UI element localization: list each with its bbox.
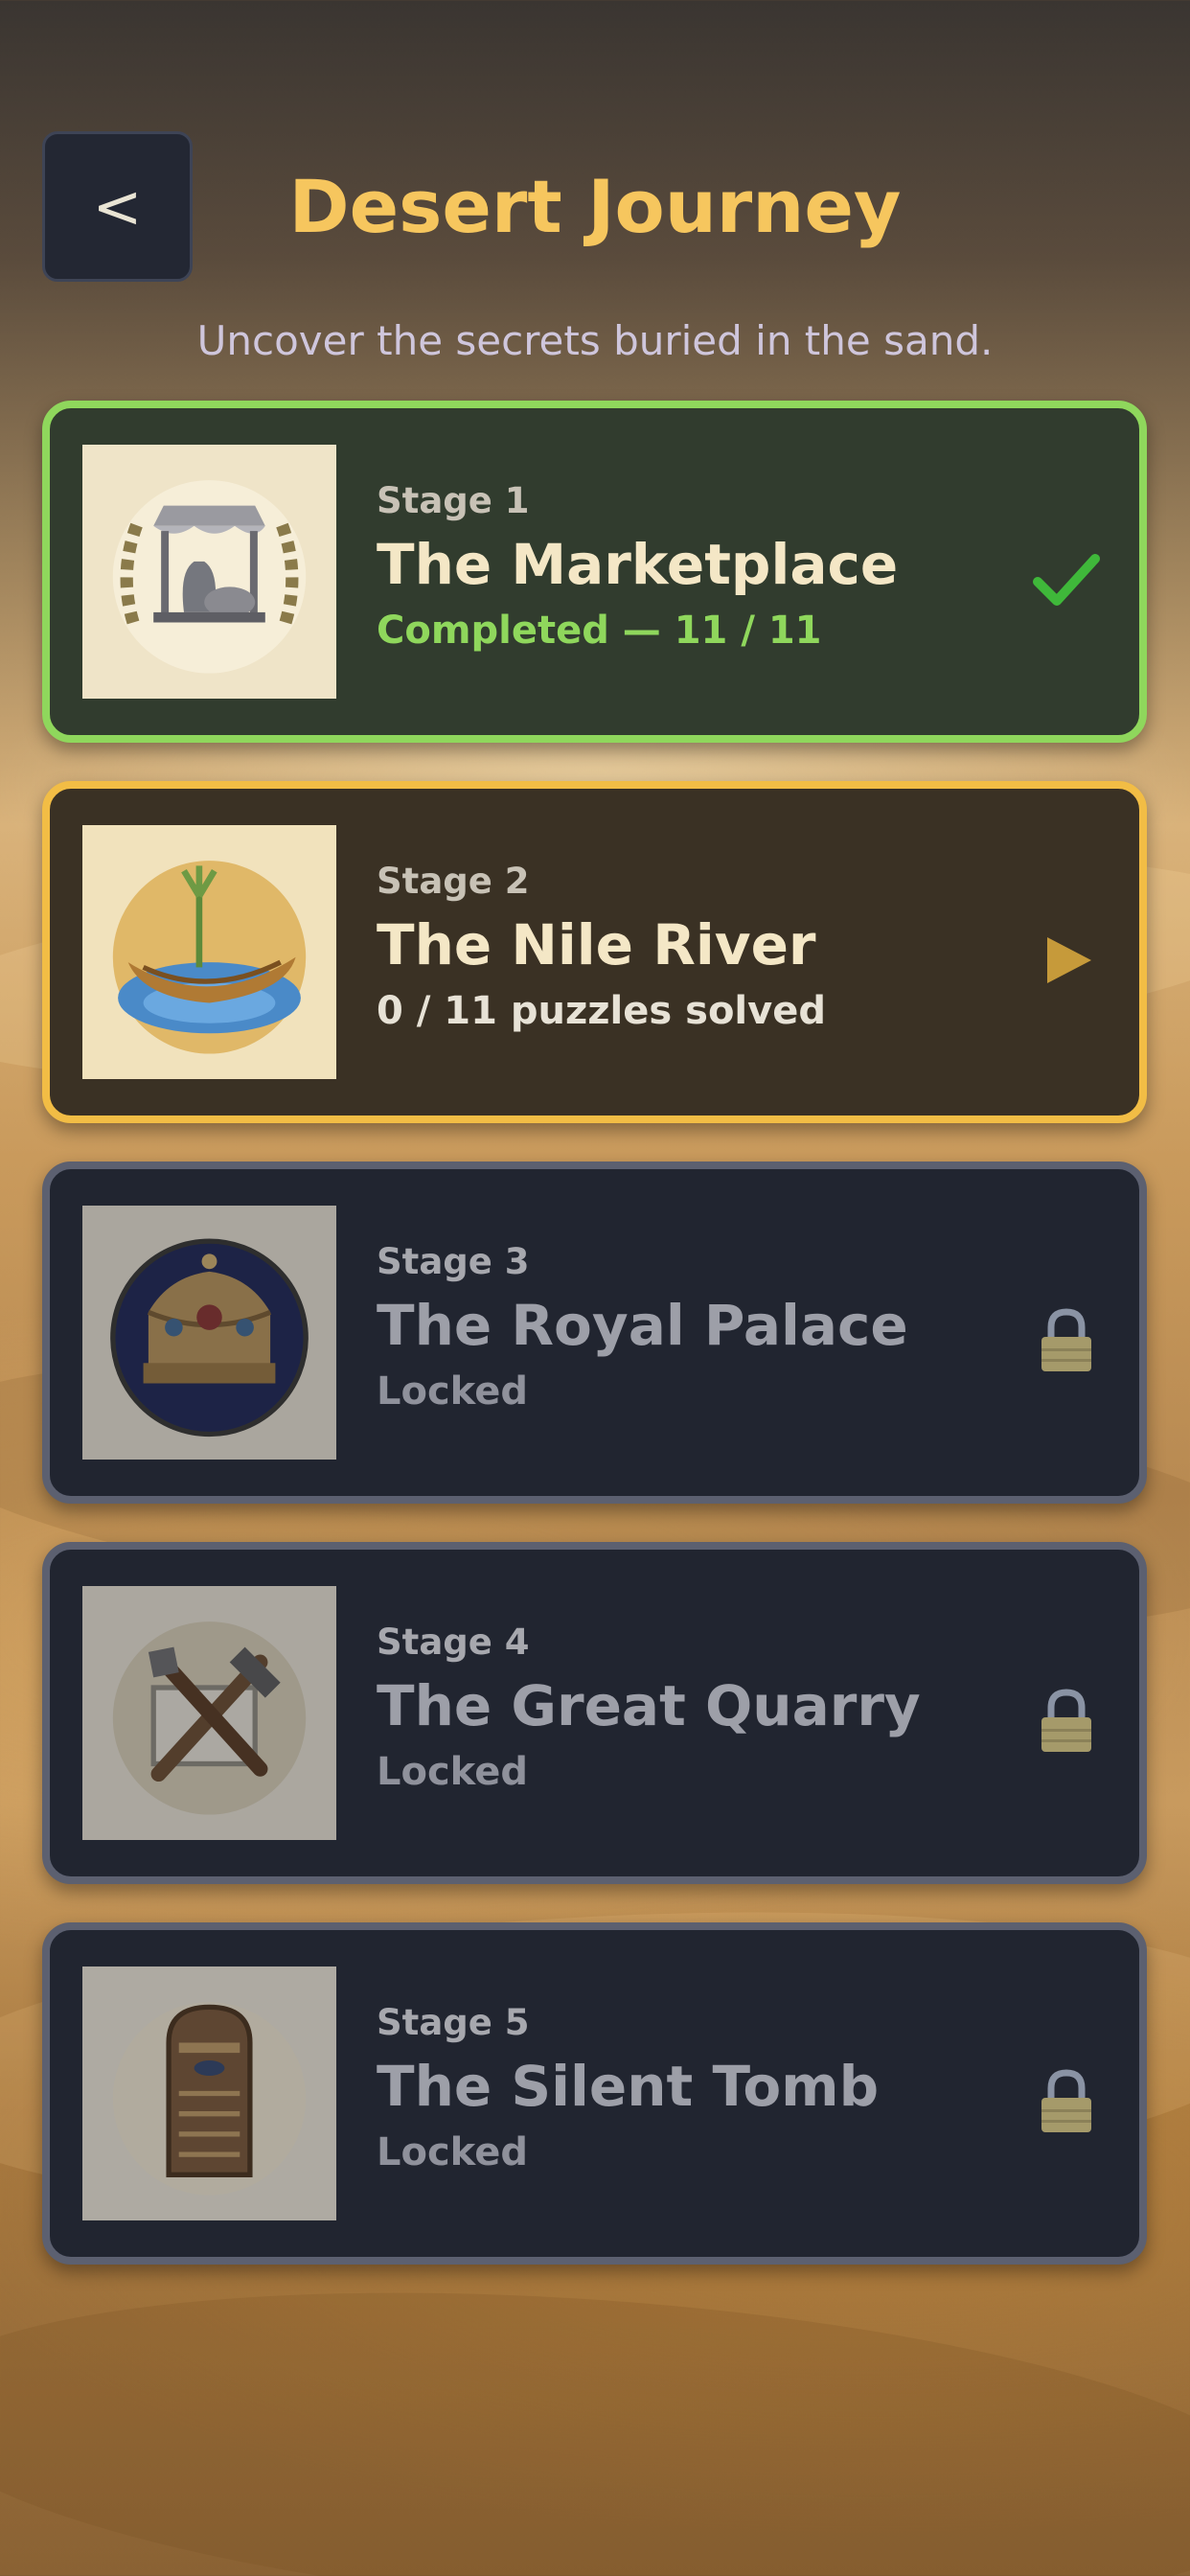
stage-name: The Silent Tomb — [377, 2054, 880, 2119]
stage-number: Stage 5 — [377, 2002, 530, 2043]
river-boat-emblem — [82, 825, 336, 1079]
stage-status: Locked — [377, 1750, 528, 1794]
sand-dune — [0, 2252, 1190, 2576]
stage-name: The Great Quarry — [377, 1673, 921, 1738]
stage-name: The Royal Palace — [377, 1293, 908, 1358]
checkmark-icon — [1032, 545, 1101, 614]
stage-number: Stage 2 — [377, 861, 530, 902]
stage-name: The Nile River — [377, 912, 816, 978]
stage-status: Locked — [377, 1369, 528, 1414]
stage-number: Stage 1 — [377, 480, 530, 521]
stage-status: Locked — [377, 2130, 528, 2174]
stage-status: 0 / 11 puzzles solved — [377, 989, 826, 1033]
play-icon[interactable] — [1032, 926, 1101, 995]
market-stall-emblem — [82, 445, 336, 699]
page-subtitle: Uncover the secrets buried in the sand. — [196, 317, 994, 364]
stage-number: Stage 3 — [377, 1241, 530, 1282]
lock-icon — [1032, 2067, 1101, 2136]
stage-card-3: Stage 3 The Royal Palace Locked — [42, 1162, 1147, 1504]
stage-card-5: Stage 5 The Silent Tomb Locked — [42, 1922, 1147, 2265]
lock-icon — [1032, 1687, 1101, 1756]
sarcophagus-emblem — [82, 1966, 336, 2220]
royal-crown-emblem — [82, 1206, 336, 1460]
stage-number: Stage 4 — [377, 1622, 530, 1663]
stage-card-1[interactable]: Stage 1 The Marketplace Completed — 11 /… — [42, 401, 1147, 743]
stage-status: Completed — 11 / 11 — [377, 609, 822, 653]
lock-icon — [1032, 1306, 1101, 1375]
stage-card-4: Stage 4 The Great Quarry Locked — [42, 1542, 1147, 1884]
stage-name: The Marketplace — [377, 532, 899, 597]
hammer-chisel-emblem — [82, 1586, 336, 1840]
stage-card-2[interactable]: Stage 2 The Nile River 0 / 11 puzzles so… — [42, 781, 1147, 1123]
page-title: Desert Journey — [288, 164, 902, 249]
back-button[interactable]: < — [42, 131, 193, 282]
